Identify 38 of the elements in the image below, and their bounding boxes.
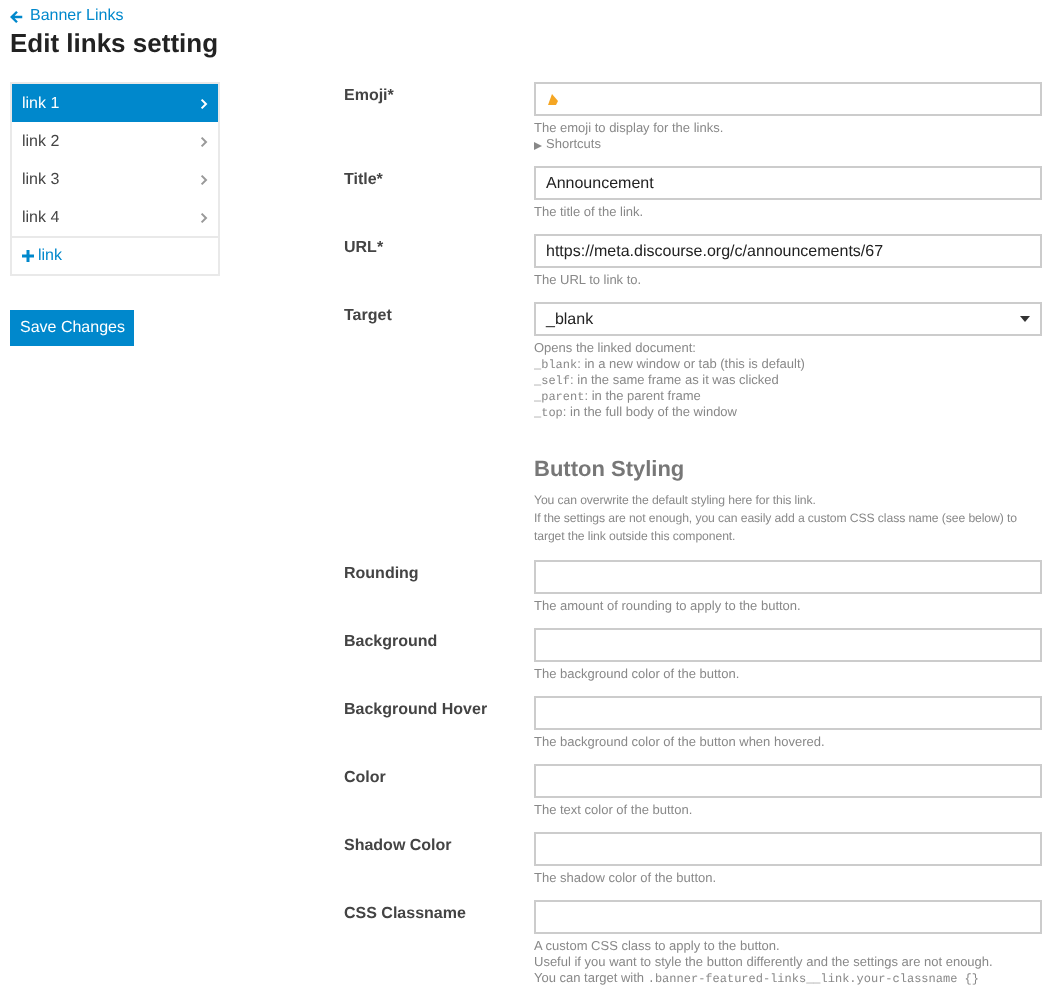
field-label: Background xyxy=(344,630,440,654)
page-title: Edit links setting xyxy=(10,28,221,60)
field-label: Rounding xyxy=(344,562,421,586)
field-label: CSS Classname xyxy=(344,902,468,926)
chevron-right-icon xyxy=(200,135,208,147)
field-label: Target xyxy=(344,304,394,328)
input-field[interactable] xyxy=(534,560,1042,594)
field-label: Background Hover xyxy=(344,698,490,722)
link-list-item[interactable]: link 3 xyxy=(12,160,218,198)
link-list-item[interactable]: link 4 xyxy=(12,198,218,236)
input-field[interactable] xyxy=(534,696,1042,730)
back-link[interactable]: Banner Links xyxy=(10,6,124,26)
input-field[interactable]: https://meta.discourse.org/c/announcements/67 xyxy=(534,234,1042,268)
input-field[interactable] xyxy=(534,764,1042,798)
triangle-right-icon xyxy=(534,142,542,150)
link-list-item[interactable]: link 2 xyxy=(12,122,218,160)
section-heading: Button Styling xyxy=(534,456,685,484)
field-label: Color xyxy=(344,766,388,790)
field-label: URL* xyxy=(344,236,386,260)
emoji-icon xyxy=(546,92,560,106)
input-field[interactable]: Announcement xyxy=(534,166,1042,200)
link-list-item[interactable]: link 1 xyxy=(12,84,218,122)
emoji-field[interactable] xyxy=(534,82,1042,116)
chevron-right-icon xyxy=(200,173,208,185)
field-label: Emoji* xyxy=(344,84,396,108)
field-label: Title* xyxy=(344,168,385,192)
arrow-left-icon xyxy=(10,9,24,23)
chevron-right-icon xyxy=(200,211,208,223)
save-changes-button[interactable]: Save Changes xyxy=(10,310,135,346)
input-field[interactable] xyxy=(534,900,1042,934)
field-label: Shadow Color xyxy=(344,834,454,858)
add-link-button[interactable]: link xyxy=(22,244,63,268)
plus-icon xyxy=(22,250,34,262)
chevron-right-icon xyxy=(200,97,208,109)
input-field[interactable] xyxy=(534,628,1042,662)
target-dropdown[interactable]: _blank xyxy=(534,302,1042,336)
input-field[interactable] xyxy=(534,832,1042,866)
caret-down-icon xyxy=(1020,316,1030,322)
